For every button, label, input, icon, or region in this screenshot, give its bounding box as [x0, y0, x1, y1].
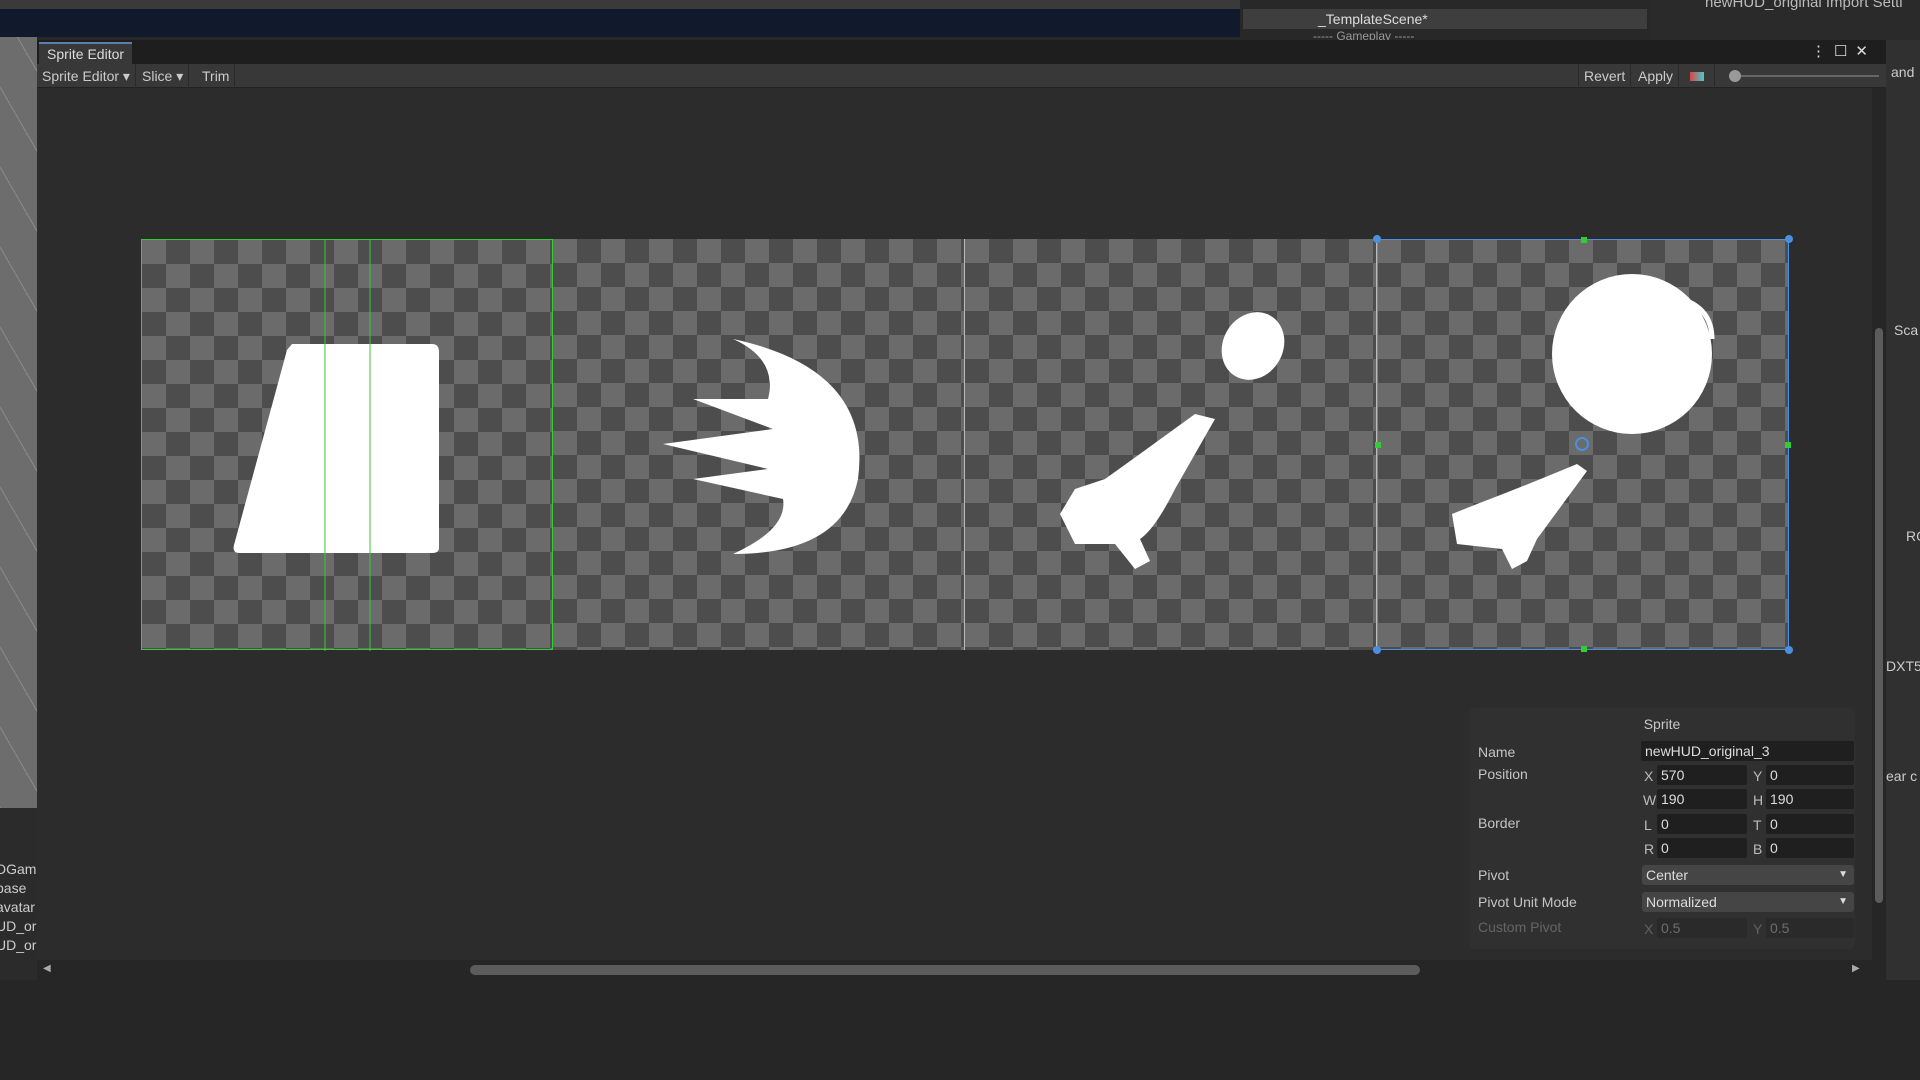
slice-label: Slice: [142, 68, 173, 84]
chevron-down-icon: ▼: [1838, 869, 1848, 880]
project-item[interactable]: base: [0, 879, 37, 898]
inspector-text: and: [1891, 64, 1915, 80]
inspector-text: ear c: [1886, 768, 1918, 784]
t-prefix: T: [1753, 817, 1762, 833]
name-field[interactable]: newHUD_original_3: [1641, 741, 1854, 761]
inspector-text: DXT5: [1886, 658, 1920, 674]
trim-button[interactable]: Trim: [197, 64, 236, 88]
resize-handle[interactable]: [1373, 646, 1381, 654]
color-channel-toggle[interactable]: [1685, 64, 1715, 88]
w-prefix: W: [1643, 792, 1657, 808]
vertical-scrollbar[interactable]: [1872, 88, 1886, 960]
sprite-editor-window: Sprite Editor ⋮☐✕ Sprite Editor ▾ Slice …: [37, 40, 1886, 980]
resize-handle[interactable]: [1785, 646, 1793, 654]
width-field[interactable]: 190: [1657, 789, 1747, 809]
sprite-rocket: [1060, 312, 1285, 569]
horizontal-scrollbar[interactable]: ◀ ▶: [37, 960, 1886, 980]
edge-handle[interactable]: [1581, 237, 1587, 243]
border-label: Border: [1478, 815, 1521, 831]
position-label: Position: [1478, 766, 1528, 782]
sprite-canvas[interactable]: Sprite Name newHUD_original_3 Position X…: [37, 88, 1872, 960]
horizontal-scroll-thumb[interactable]: [470, 965, 1420, 975]
scene-view-strip[interactable]: [0, 0, 1240, 37]
resize-handle[interactable]: [1785, 235, 1793, 243]
sprite-trapezoid: [233, 240, 439, 651]
height-field[interactable]: 190: [1766, 789, 1854, 809]
slice-dropdown[interactable]: Slice ▾: [137, 64, 190, 88]
close-icon[interactable]: ✕: [1855, 43, 1876, 60]
pivot-value: Center: [1646, 867, 1689, 883]
border-b-field[interactable]: 0: [1766, 838, 1854, 858]
apply-button[interactable]: Apply: [1633, 64, 1680, 88]
hierarchy-item-scene[interactable]: _TemplateScene*: [1243, 9, 1647, 29]
position-y-field[interactable]: 0: [1766, 765, 1854, 785]
project-panel: DGam base avatar UD_or UD_or: [0, 808, 37, 980]
rgb-icon: [1690, 72, 1704, 81]
h-prefix: H: [1753, 792, 1764, 808]
project-item[interactable]: avatar: [0, 898, 37, 917]
vertical-scroll-thumb[interactable]: [1875, 328, 1883, 903]
resize-handle[interactable]: [1373, 235, 1381, 243]
inspector-text: RG: [1906, 528, 1920, 544]
revert-button[interactable]: Revert: [1578, 64, 1632, 88]
sprite-sheet: [141, 235, 1793, 654]
custom-pivot-label: Custom Pivot: [1478, 919, 1562, 935]
window-controls: ⋮☐✕: [1811, 42, 1876, 60]
zoom-slider[interactable]: [1729, 70, 1879, 82]
border-t-field[interactable]: 0: [1766, 814, 1854, 834]
pivot-handle[interactable]: [1575, 437, 1589, 451]
zoom-slider-handle[interactable]: [1729, 70, 1741, 82]
inspector-header: newHUD_original Import Setti: [1650, 0, 1920, 40]
hierarchy-panel: _TemplateScene* ----- Gameplay -----: [1243, 0, 1647, 43]
scroll-left-icon[interactable]: ◀: [43, 963, 51, 974]
pivot-dropdown[interactable]: Center ▼: [1642, 865, 1854, 885]
project-item[interactable]: DGam: [0, 860, 37, 879]
inspector-title: newHUD_original Import Setti: [1705, 0, 1903, 11]
border-r-field[interactable]: 0: [1657, 838, 1747, 858]
sprite-cell-2[interactable]: [965, 239, 1377, 650]
mode-dropdown[interactable]: Sprite Editor ▾: [37, 64, 136, 88]
b-prefix: B: [1753, 841, 1763, 857]
sprite-cell-0[interactable]: [141, 239, 553, 651]
name-label: Name: [1478, 744, 1516, 760]
pivot-unit-dropdown[interactable]: Normalized ▼: [1642, 892, 1854, 912]
position-x-field[interactable]: 570: [1657, 765, 1747, 785]
edge-handle[interactable]: [1375, 442, 1381, 448]
scroll-right-icon[interactable]: ▶: [1852, 963, 1860, 974]
inspector-panel-edge: and Sca RG DXT5 ear c: [1886, 40, 1920, 980]
toolbar: Sprite Editor ▾ Slice ▾ Trim Revert Appl…: [37, 64, 1886, 88]
border-l-field[interactable]: 0: [1657, 814, 1747, 834]
panel-title: Sprite: [1643, 716, 1681, 732]
scene-view-grid[interactable]: [0, 37, 37, 808]
r-prefix: R: [1644, 841, 1655, 857]
chevron-down-icon: ▼: [1838, 896, 1848, 907]
x-prefix: X: [1644, 921, 1654, 937]
tab-sprite-editor[interactable]: Sprite Editor: [39, 42, 133, 64]
pivot-unit-value: Normalized: [1646, 894, 1717, 910]
pivot-label: Pivot: [1478, 867, 1510, 883]
sprite-properties-panel: Sprite Name newHUD_original_3 Position X…: [1469, 708, 1855, 949]
y-prefix: Y: [1753, 921, 1763, 937]
sprite-crescent-burst: [663, 339, 860, 554]
pivot-unit-label: Pivot Unit Mode: [1478, 894, 1577, 910]
maximize-icon[interactable]: ☐: [1834, 43, 1855, 60]
custom-pivot-x-field: 0.5: [1657, 918, 1747, 938]
project-item[interactable]: UD_or: [0, 917, 37, 936]
selected-sprite-rect[interactable]: [1373, 235, 1793, 654]
more-icon[interactable]: ⋮: [1811, 43, 1834, 60]
tab-bar: Sprite Editor ⋮☐✕: [37, 40, 1886, 64]
custom-pivot-y-field: 0.5: [1766, 918, 1854, 938]
project-item[interactable]: UD_or: [0, 936, 37, 955]
bottom-panels: [0, 980, 1920, 1080]
y-prefix: Y: [1753, 768, 1763, 784]
inspector-text: Sca: [1894, 322, 1919, 338]
x-prefix: X: [1644, 768, 1654, 784]
l-prefix: L: [1644, 817, 1652, 833]
edge-handle[interactable]: [1785, 442, 1791, 448]
mode-label: Sprite Editor: [42, 68, 120, 84]
edge-handle[interactable]: [1581, 646, 1587, 652]
sprite-cell-1[interactable]: [553, 239, 965, 650]
